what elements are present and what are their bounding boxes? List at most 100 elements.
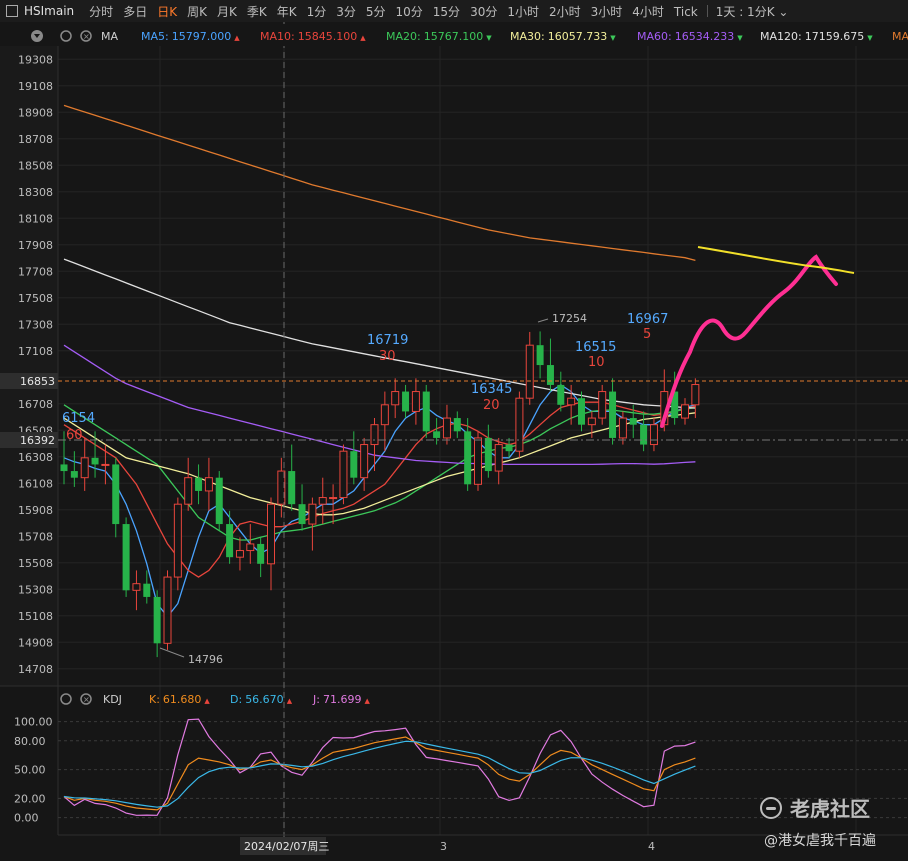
kdj-d-line (63, 740, 696, 808)
period-tab-3[interactable]: 周K (182, 5, 212, 19)
price-tick: 16308 (18, 451, 53, 464)
candle-body-up (587, 417, 596, 426)
period-tab-13[interactable]: 1小时 (502, 5, 544, 19)
author-credit: @港女虐我千百遍 (764, 833, 876, 849)
ma-line-ma5 (63, 384, 696, 618)
candle-body-down (402, 391, 410, 412)
kdj-tick: 20.00 (14, 792, 46, 805)
price-tick: 17308 (18, 318, 53, 331)
window-icon[interactable] (6, 5, 18, 17)
period-tab-0[interactable]: 分时 (84, 5, 118, 19)
candle-body-up (339, 450, 348, 499)
ma-legend-label: MA10: (260, 30, 295, 43)
kdj-legend-value: 71.699 (323, 693, 362, 706)
price-tick: 14708 (18, 663, 53, 676)
price-tick: 17708 (18, 265, 53, 278)
candle-body-down (226, 524, 234, 558)
candle-body-down (298, 504, 306, 525)
period-tab-2[interactable]: 日K (152, 5, 182, 19)
kdj-legend-label: J: (312, 693, 320, 706)
candle-body-up (515, 397, 524, 452)
ma-line-ma250 (63, 104, 696, 262)
kdj-tick: 100.00 (14, 716, 53, 729)
candle-body-up (173, 503, 182, 578)
kdj-tick: 0.00 (14, 812, 39, 825)
interval-select[interactable]: 1天 : 1分K ⌄ (712, 3, 793, 20)
ma-line-ma20 (63, 404, 696, 541)
ma-legend-value: 15797.000 (172, 30, 232, 43)
candle-body-up (204, 477, 213, 492)
period-tab-1[interactable]: 多日 (118, 5, 152, 19)
period-tab-17[interactable]: Tick (669, 5, 703, 19)
period-tab-11[interactable]: 15分 (428, 5, 465, 19)
kdj-tick: 80.00 (14, 735, 46, 748)
trend-up-icon: ▲ (204, 697, 210, 705)
period-tab-4[interactable]: 月K (212, 5, 242, 19)
candle-body-down (288, 471, 296, 505)
annotation-price-2: 16345 (471, 382, 512, 397)
kdj-legend-label: K: (149, 693, 160, 706)
period-tab-14[interactable]: 2小时 (544, 5, 586, 19)
annotations: 17254 14796 16719 30 16345 20 16515 10 1… (62, 312, 668, 666)
price-tick: 15308 (18, 583, 53, 596)
period-tab-10[interactable]: 10分 (391, 5, 428, 19)
kdj-j-line (63, 718, 696, 816)
candle-body-up (267, 503, 275, 565)
period-tab-8[interactable]: 3分 (331, 5, 361, 19)
annotation-count-2: 20 (483, 398, 500, 413)
ma-legend-value: 17159.675 (805, 30, 865, 43)
ma-legend-text: MA5: 15797.000 ▲ (141, 30, 240, 43)
candle-body-up (370, 424, 379, 446)
annotation-count-1: 30 (379, 349, 396, 364)
ma-legend-text: MA (892, 30, 908, 43)
ma-legend-label: MA60: (637, 30, 672, 43)
symbol-label[interactable]: HSImain (24, 4, 74, 18)
tiger-logo-icon (760, 796, 782, 819)
ma-legend-value: 16534.233 (675, 30, 735, 43)
trend-up-icon: ▲ (360, 34, 366, 42)
price-tick: 18108 (18, 212, 53, 225)
candle-body-down (143, 583, 151, 597)
candle-body-up (132, 583, 141, 591)
ma-legend-text: MA30: 16057.733 ▼ (510, 30, 616, 43)
ma-legend-label: MA120: (760, 30, 802, 43)
price-tick: 17508 (18, 292, 53, 305)
period-tab-7[interactable]: 1分 (302, 5, 332, 19)
kdj-settings-icon[interactable] (60, 693, 72, 705)
annotation-price-5: 6154 (62, 411, 95, 426)
period-tab-9[interactable]: 5分 (361, 5, 391, 19)
hand-drawn-projection (660, 254, 838, 428)
candle-body-down (640, 424, 648, 445)
candle-body-down (257, 543, 265, 564)
time-label-4: 4 (648, 840, 655, 853)
trend-down-icon: ▼ (486, 34, 492, 42)
trend-down-icon: ▼ (610, 34, 616, 42)
period-tab-6[interactable]: 年K (272, 5, 302, 19)
period-tab-15[interactable]: 3小时 (586, 5, 628, 19)
candle-body-down (60, 464, 68, 472)
price-tick: 15508 (18, 557, 53, 570)
candle-body-down (215, 477, 223, 525)
candle-body-down (464, 431, 472, 485)
ma-legend-label: MA20: (386, 30, 421, 43)
period-tab-12[interactable]: 30分 (465, 5, 502, 19)
candle-body-down (70, 471, 78, 478)
price-tick: 16708 (18, 398, 53, 411)
trend-down-icon: ▼ (737, 34, 743, 42)
divider (706, 5, 708, 17)
candle-body-up (598, 391, 607, 419)
annotation-price-3: 16515 (575, 340, 616, 355)
period-tab-16[interactable]: 4小时 (627, 5, 669, 19)
candle-body-up (246, 543, 255, 552)
kdj-k-line (63, 736, 696, 811)
price-tick: 15108 (18, 610, 53, 623)
chart-canvas[interactable]: 19308 19108 18908 18708 18508 18308 18108 17908… (0, 22, 908, 861)
ma-legend-text: MA10: 15845.100 ▲ (260, 30, 366, 43)
candle-body-up (494, 444, 503, 472)
candle-body-up (101, 463, 110, 466)
period-tab-5[interactable]: 季K (242, 5, 272, 19)
candle-body-up (184, 477, 193, 505)
annotation-price-1: 16719 (367, 333, 408, 348)
ma-legend-label: MA5: (141, 30, 169, 43)
ma-projection-line (697, 246, 855, 274)
